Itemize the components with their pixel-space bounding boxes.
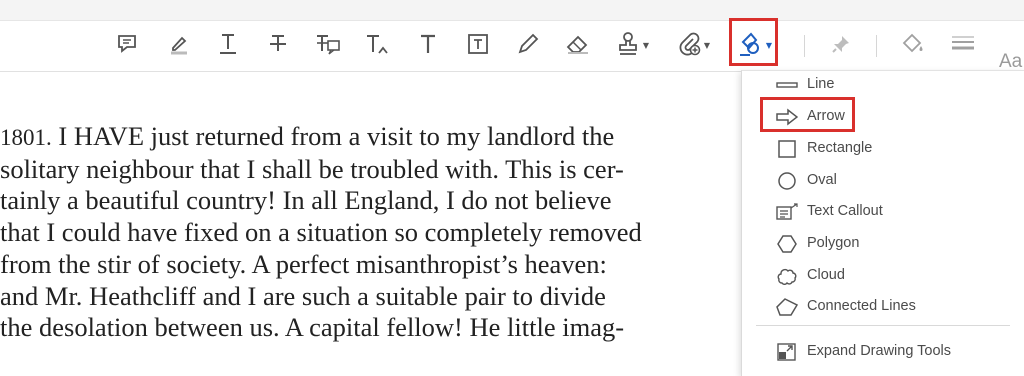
pencil-icon — [518, 33, 539, 54]
menu-divider — [756, 325, 1010, 326]
text-line: the desolation between us. A capital fel… — [0, 312, 625, 343]
paint-bucket-icon — [902, 33, 923, 53]
text-line: 1801. I HAVE just returned from a visit … — [0, 121, 615, 151]
menu-item-line[interactable]: Line — [742, 70, 1024, 100]
text-callout-icon — [776, 203, 798, 220]
text-box-icon — [468, 34, 488, 54]
underline-button[interactable] — [213, 29, 243, 59]
attach-button[interactable]: ▼ — [674, 29, 710, 59]
text-line: and Mr. Heathcliff and I are such a suit… — [0, 280, 606, 311]
menu-item-rectangle[interactable]: Rectangle — [742, 134, 1024, 164]
replace-text-icon — [317, 35, 340, 55]
menu-item-connected-lines[interactable]: Connected Lines — [742, 292, 1024, 322]
insert-text-button[interactable] — [363, 29, 393, 59]
add-text-button[interactable] — [413, 29, 443, 59]
menu-item-polygon[interactable]: Polygon — [742, 229, 1024, 259]
replace-text-button[interactable] — [313, 29, 343, 59]
line-weight-icon — [952, 36, 974, 50]
text-icon — [421, 34, 435, 53]
connected-lines-icon — [776, 298, 798, 316]
text-box-button[interactable] — [463, 29, 493, 59]
add-comment-button[interactable] — [112, 29, 142, 59]
oval-icon — [778, 172, 796, 190]
cloud-icon — [777, 268, 797, 285]
drawing-tools-highlight-box — [729, 18, 778, 66]
highlighter-icon — [171, 36, 187, 55]
menu-item-cloud[interactable]: Cloud — [742, 261, 1024, 291]
strikethrough-button[interactable] — [263, 29, 293, 59]
comment-toolbar: ▼ ▼ ▼ Aa — [0, 21, 1024, 72]
chevron-down-icon: ▼ — [703, 41, 710, 50]
expand-drawing-tools-item[interactable]: Expand Drawing Tools — [742, 337, 1024, 367]
text-line: solitary neighbour that I shall be troub… — [0, 153, 624, 184]
chevron-down-icon: ▼ — [642, 41, 649, 50]
year-number: 1801. — [0, 125, 52, 150]
document-page: 1801. I HAVE just returned from a visit … — [0, 121, 760, 344]
comment-icon — [118, 35, 136, 53]
strikethrough-text-icon — [270, 35, 286, 51]
line-icon — [776, 82, 798, 88]
insert-text-icon — [367, 35, 388, 54]
paperclip-icon — [679, 32, 701, 56]
text-line: tainly a beautiful country! In all Engla… — [0, 185, 612, 216]
stamp-button[interactable]: ▼ — [613, 29, 649, 59]
line-weight-button[interactable] — [948, 29, 978, 59]
menu-item-text-callout[interactable]: Text Callout — [742, 197, 1024, 227]
menu-item-oval[interactable]: Oval — [742, 166, 1024, 196]
stamp-icon — [619, 32, 637, 55]
text-line: that I could have fixed on a situation s… — [0, 217, 642, 248]
polygon-icon — [777, 235, 797, 253]
window-top-strip — [0, 0, 1024, 21]
fill-button[interactable] — [898, 29, 928, 59]
underline-text-icon — [220, 34, 236, 54]
expand-icon — [777, 343, 796, 361]
arrow-selection-highlight-box — [760, 97, 855, 132]
pin-icon — [832, 36, 849, 53]
rectangle-icon — [778, 140, 796, 158]
toolbar-separator — [876, 35, 877, 57]
pin-button[interactable] — [826, 29, 856, 59]
eraser-icon — [566, 35, 588, 54]
erase-button[interactable] — [563, 29, 593, 59]
highlight-button[interactable] — [164, 29, 194, 59]
text-line: from the stir of society. A perfect misa… — [0, 248, 607, 279]
draw-button[interactable] — [513, 29, 543, 59]
toolbar-separator — [804, 35, 805, 57]
